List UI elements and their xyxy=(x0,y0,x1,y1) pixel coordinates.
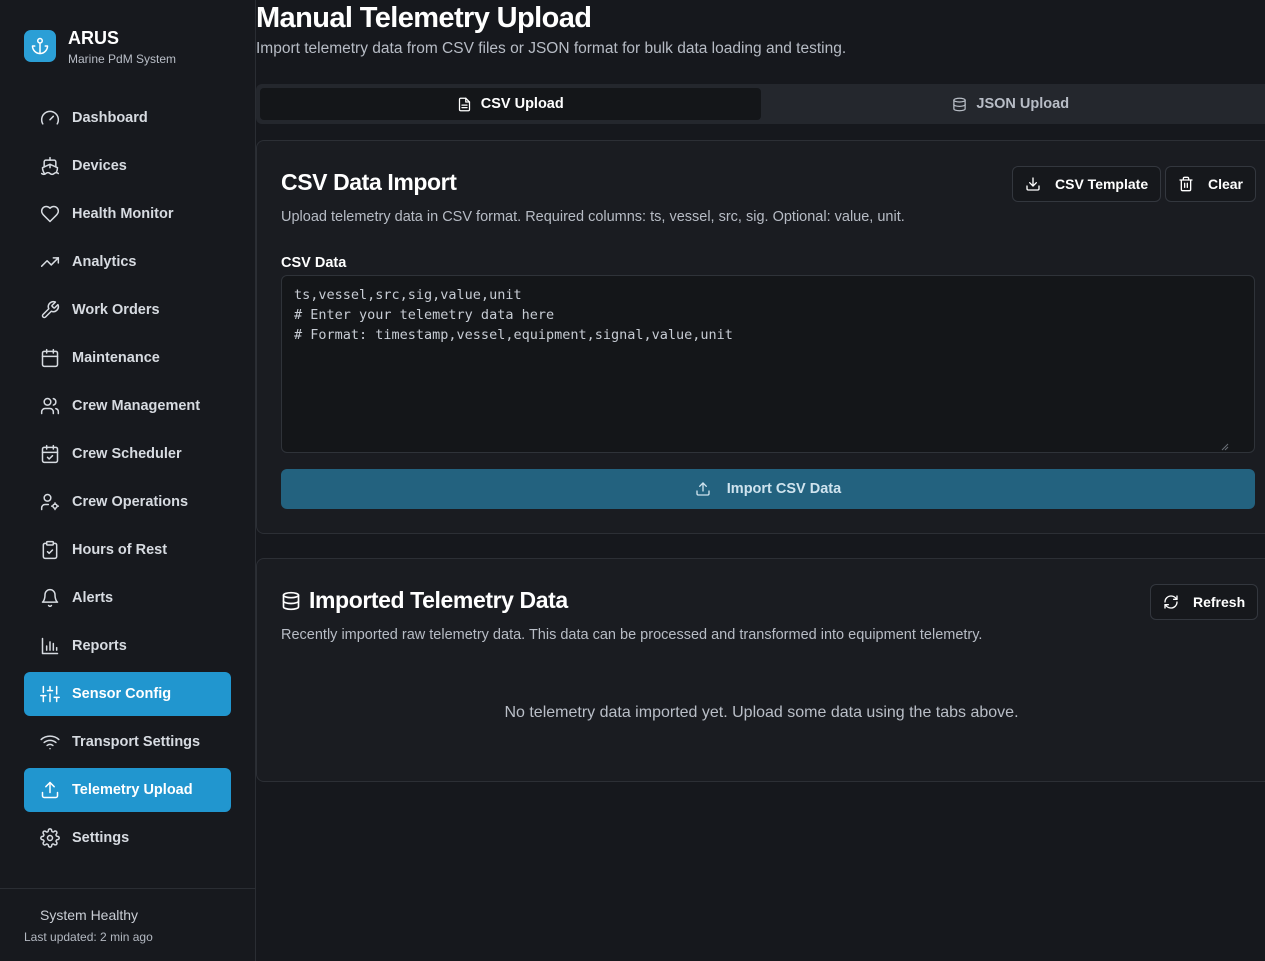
refresh-icon xyxy=(1164,595,1178,609)
csv-card-description: Upload telemetry data in CSV format. Req… xyxy=(281,209,905,225)
last-updated: Last updated: 2 min ago xyxy=(24,930,153,944)
sidebar-nav: Dashboard Devices Health Monitor Analyti… xyxy=(24,96,231,864)
sidebar-item-crew-scheduler[interactable]: Crew Scheduler xyxy=(24,432,231,476)
sidebar-item-crew-operations[interactable]: Crew Operations xyxy=(24,480,231,524)
button-label: Clear xyxy=(1207,176,1243,192)
sidebar-item-label: Work Orders xyxy=(72,302,160,318)
wrench-icon xyxy=(41,300,60,319)
csv-data-textarea[interactable]: ts,vessel,src,sig,value,unit # Enter you… xyxy=(281,275,1255,453)
sidebar-item-reports[interactable]: Reports xyxy=(24,624,231,668)
refresh-button[interactable]: Refresh xyxy=(1150,584,1259,620)
sidebar-item-maintenance[interactable]: Maintenance xyxy=(24,336,231,380)
imported-card-title-text: Imported Telemetry Data xyxy=(309,587,568,613)
sidebar-item-label: Crew Scheduler xyxy=(72,446,182,462)
sidebar-item-transport-settings[interactable]: Transport Settings xyxy=(24,720,231,764)
clear-button[interactable]: Clear xyxy=(1165,166,1256,202)
sidebar-item-label: Alerts xyxy=(72,590,114,606)
sidebar-item-label: Settings xyxy=(72,830,130,846)
sidebar-item-alerts[interactable]: Alerts xyxy=(24,576,231,620)
imported-card-description: Recently imported raw telemetry data. Th… xyxy=(281,627,983,643)
upload-tabs: CSV Upload JSON Upload xyxy=(256,84,1265,124)
bell-icon xyxy=(41,588,59,608)
system-status: System Healthy xyxy=(40,907,139,923)
sidebar-item-label: Dashboard xyxy=(72,110,148,126)
sidebar-item-label: Hours of Rest xyxy=(72,542,168,558)
trash-icon xyxy=(1179,176,1193,192)
ship-icon xyxy=(40,156,60,176)
sidebar-item-label: Telemetry Upload xyxy=(72,782,193,798)
tab-csv-upload[interactable]: CSV Upload xyxy=(260,88,761,120)
imported-data-card: Imported Telemetry Data Refresh Recently… xyxy=(256,558,1265,782)
download-icon xyxy=(1026,177,1040,191)
gear-icon xyxy=(40,828,60,848)
page-subtitle: Import telemetry data from CSV files or … xyxy=(256,40,847,57)
user-cog-icon xyxy=(40,493,60,511)
sidebar-item-work-orders[interactable]: Work Orders xyxy=(24,288,231,332)
tab-json-upload[interactable]: JSON Upload xyxy=(761,88,1262,120)
sidebar-item-dashboard[interactable]: Dashboard xyxy=(24,96,231,140)
users-icon xyxy=(40,397,60,415)
sidebar-item-label: Crew Operations xyxy=(72,494,189,510)
sidebar-footer: System Healthy Last updated: 2 min ago xyxy=(0,888,255,961)
sidebar-item-label: Transport Settings xyxy=(72,734,201,750)
button-label: CSV Template xyxy=(1055,176,1149,192)
tab-label: CSV Upload xyxy=(480,96,564,112)
database-icon xyxy=(282,591,300,610)
tab-label: JSON Upload xyxy=(976,96,1070,112)
heart-icon xyxy=(40,205,60,223)
bar-chart-icon xyxy=(41,637,59,655)
upload-icon xyxy=(696,482,710,496)
trending-up-icon xyxy=(40,257,60,267)
resize-handle-icon[interactable] xyxy=(1221,443,1229,451)
anchor-icon xyxy=(24,30,56,62)
sidebar: ARUS Marine PdM System Dashboard Devices… xyxy=(0,0,256,961)
page-title: Manual Telemetry Upload xyxy=(256,2,592,34)
sidebar-item-label: Analytics xyxy=(72,254,137,270)
calendar-check-icon xyxy=(41,444,59,464)
brand-name: ARUS xyxy=(68,28,120,48)
sidebar-item-telemetry-upload[interactable]: Telemetry Upload xyxy=(24,768,231,812)
file-text-icon xyxy=(458,97,470,111)
sidebar-item-label: Health Monitor xyxy=(72,206,174,222)
imported-card-title: Imported Telemetry Data xyxy=(281,587,568,614)
sidebar-item-devices[interactable]: Devices xyxy=(24,144,231,188)
upload-icon xyxy=(41,781,59,799)
calendar-icon xyxy=(41,348,59,368)
sidebar-item-label: Reports xyxy=(72,638,127,654)
sidebar-item-label: Devices xyxy=(72,158,127,174)
button-label: Refresh xyxy=(1193,594,1246,610)
sidebar-item-crew-management[interactable]: Crew Management xyxy=(24,384,231,428)
import-csv-button[interactable]: Import CSV Data xyxy=(281,469,1255,509)
csv-card-title: CSV Data Import xyxy=(281,169,457,195)
sidebar-item-analytics[interactable]: Analytics xyxy=(24,240,231,284)
sidebar-item-hours-of-rest[interactable]: Hours of Rest xyxy=(24,528,231,572)
csv-template-button[interactable]: CSV Template xyxy=(1012,166,1162,202)
sidebar-item-sensor-config[interactable]: Sensor Config xyxy=(24,672,231,716)
clipboard-check-icon xyxy=(42,540,58,560)
database-icon xyxy=(953,97,967,111)
sidebar-item-label: Crew Management xyxy=(72,398,201,414)
csv-import-card: CSV Data Import CSV Template Clear Uploa… xyxy=(256,140,1265,534)
sidebar-item-label: Maintenance xyxy=(72,350,160,366)
sidebar-item-settings[interactable]: Settings xyxy=(24,816,231,860)
empty-state-message: No telemetry data imported yet. Upload s… xyxy=(504,704,1019,721)
brand[interactable]: ARUS Marine PdM System xyxy=(24,28,176,66)
brand-subtitle: Marine PdM System xyxy=(68,52,177,66)
sliders-icon xyxy=(40,685,60,703)
sidebar-item-label: Sensor Config xyxy=(72,686,172,702)
gauge-icon xyxy=(40,110,60,125)
wifi-icon xyxy=(40,735,60,750)
button-label: Import CSV Data xyxy=(726,481,842,497)
csv-data-label: CSV Data xyxy=(281,255,347,271)
sidebar-item-health-monitor[interactable]: Health Monitor xyxy=(24,192,231,236)
